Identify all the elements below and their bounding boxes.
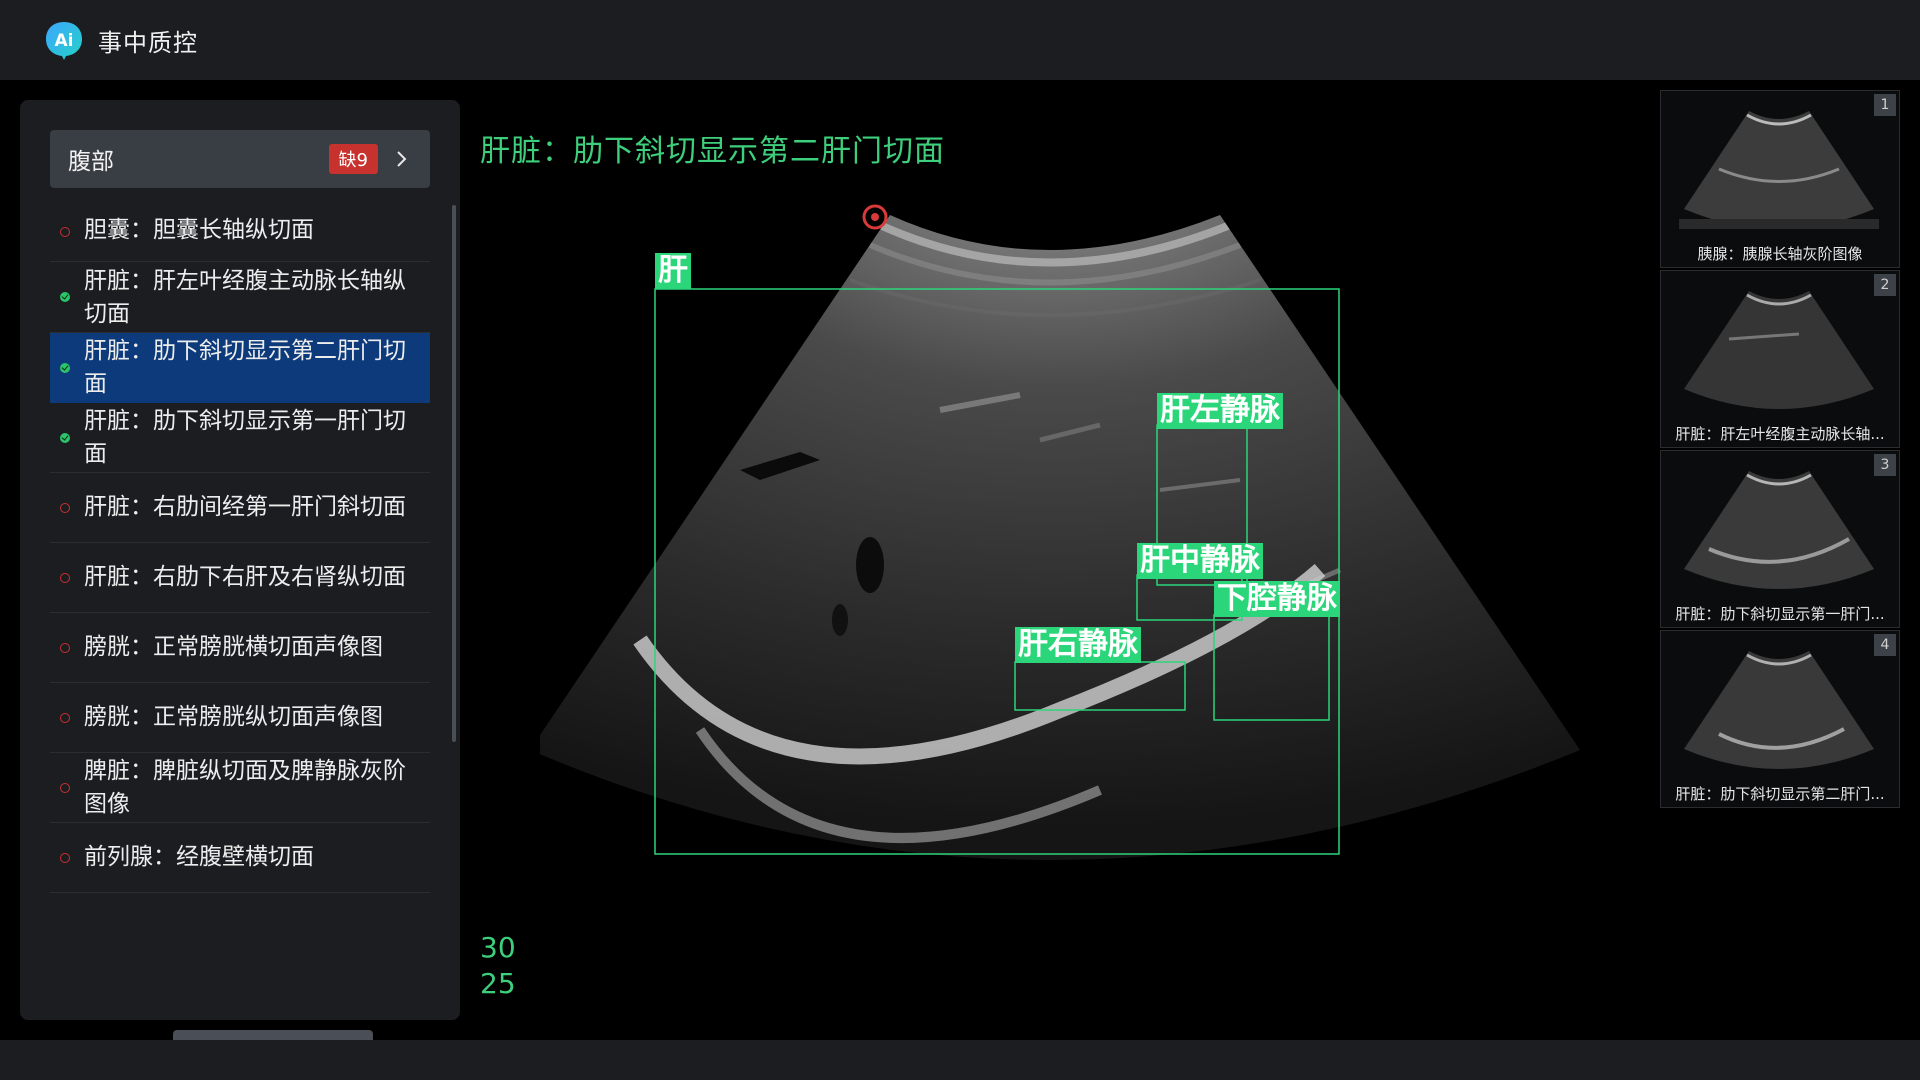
status-missing-icon (60, 783, 70, 793)
thumbnail-caption: 肝脏：肋下斜切显示第一肝门... (1675, 605, 1885, 623)
thumbnail-caption: 胰腺：胰腺长轴灰阶图像 (1697, 245, 1863, 263)
chevron-right-icon (392, 149, 412, 169)
view-title: 肝脏：肋下斜切显示第二肝门切面 (480, 134, 945, 169)
missing-count-badge: 缺9 (328, 144, 378, 174)
thumbnail[interactable]: 3 肝脏：肋下斜切显示第一肝门... (1660, 450, 1900, 628)
list-item-label: 脾脏：脾脏纵切面及脾静脉灰阶图像 (84, 758, 406, 817)
list-item[interactable]: 肝脏：肝左叶经腹主动脉长轴纵切面 (50, 262, 430, 333)
list-item-label: 肝脏：右肋间经第一肝门斜切面 (84, 494, 406, 520)
list-item[interactable]: 肝脏：肋下斜切显示第一肝门切面 (50, 403, 430, 473)
thumbnail-index: 2 (1874, 274, 1896, 296)
ultrasound-image (540, 204, 1580, 860)
probe-marker-icon (862, 204, 888, 230)
status-done-icon (60, 433, 70, 443)
status-missing-icon (60, 853, 70, 863)
status-missing-icon (60, 573, 70, 583)
category-selector[interactable]: 腹部 缺9 (50, 130, 430, 188)
status-missing-icon (60, 643, 70, 653)
thumbnail[interactable]: 2 肝脏：肝左叶经腹主动脉长轴... (1660, 270, 1900, 448)
detection-label-right-hepatic-vein: 肝右静脉 (1015, 627, 1141, 663)
list-item-label: 膀胱：正常膀胱横切面声像图 (84, 634, 383, 660)
thumbnail-image (1684, 291, 1874, 409)
list-item[interactable]: 前列腺：经腹壁横切面 (50, 823, 430, 893)
list-item[interactable]: 肝脏：右肋间经第一肝门斜切面 (50, 473, 430, 543)
ai-logo-icon: Ai (44, 20, 84, 60)
list-item[interactable]: 肝脏：右肋下右肝及右肾纵切面 (50, 543, 430, 613)
thumbnail[interactable]: 1 胰腺：胰腺长轴灰阶图像 (1660, 90, 1900, 268)
thumbnail-caption: 肝脏：肝左叶经腹主动脉长轴... (1675, 425, 1885, 443)
detection-label-middle-hepatic-vein: 肝中静脉 (1137, 543, 1263, 579)
status-missing-icon (60, 227, 70, 237)
status-done-icon (60, 292, 70, 302)
category-label: 腹部 (68, 149, 114, 175)
stat-primary: 30 (480, 931, 516, 964)
thumbnail-image (1679, 111, 1879, 229)
status-done-icon (60, 363, 70, 373)
list-item-label: 肝脏：肝左叶经腹主动脉长轴纵切面 (84, 268, 406, 327)
detection-label-left-hepatic-vein: 肝左静脉 (1157, 393, 1283, 429)
view-checklist: 胆囊：胆囊长轴纵切面 肝脏：肝左叶经腹主动脉长轴纵切面 肝脏：肋下斜切显示第二肝… (50, 202, 430, 902)
svg-text:Ai: Ai (55, 31, 74, 51)
list-item-label: 胆囊：胆囊长轴纵切面 (84, 217, 314, 243)
frame-stats: 30 25 (480, 930, 516, 1002)
thumbnail-image (1684, 471, 1874, 589)
detection-label-ivc: 下腔静脉 (1214, 581, 1340, 617)
list-item-active[interactable]: 肝脏：肋下斜切显示第二肝门切面 (50, 333, 430, 403)
thumbnail-index: 4 (1874, 634, 1896, 656)
list-item-label: 膀胱：正常膀胱纵切面声像图 (84, 704, 383, 730)
list-item[interactable]: 脾脏：脾脏纵切面及脾静脉灰阶图像 (50, 753, 430, 823)
list-item-label: 前列腺：经腹壁横切面 (84, 844, 314, 870)
top-bar: Ai 事中质控 (0, 0, 1920, 80)
detection-label-liver: 肝 (655, 253, 691, 289)
list-item[interactable]: 膀胱：正常膀胱横切面声像图 (50, 613, 430, 683)
thumbnail-index: 1 (1874, 94, 1896, 116)
thumbnail-caption: 肝脏：肋下斜切显示第二肝门... (1675, 785, 1885, 803)
app-title: 事中质控 (98, 28, 198, 57)
status-missing-icon (60, 713, 70, 723)
thumbnail-index: 3 (1874, 454, 1896, 476)
thumbnail[interactable]: 4 肝脏：肋下斜切显示第二肝门... (1660, 630, 1900, 808)
list-item-label: 肝脏：肋下斜切显示第二肝门切面 (84, 338, 406, 397)
stat-secondary: 25 (480, 967, 516, 1000)
list-item[interactable]: 胆囊：胆囊长轴纵切面 (50, 202, 430, 262)
thumbnail-image (1684, 651, 1874, 769)
status-missing-icon (60, 503, 70, 513)
list-item-label: 肝脏：肋下斜切显示第一肝门切面 (84, 408, 406, 467)
list-item[interactable]: 膀胱：正常膀胱纵切面声像图 (50, 683, 430, 753)
list-scrollbar[interactable] (452, 205, 456, 742)
sidebar: 腹部 缺9 胆囊：胆囊长轴纵切面 肝脏：肝左叶经腹主动脉长轴纵切面 肝脏：肋下斜… (20, 100, 460, 1080)
list-item-label: 肝脏：右肋下右肝及右肾纵切面 (84, 564, 406, 590)
bottom-bar (0, 1040, 1920, 1080)
